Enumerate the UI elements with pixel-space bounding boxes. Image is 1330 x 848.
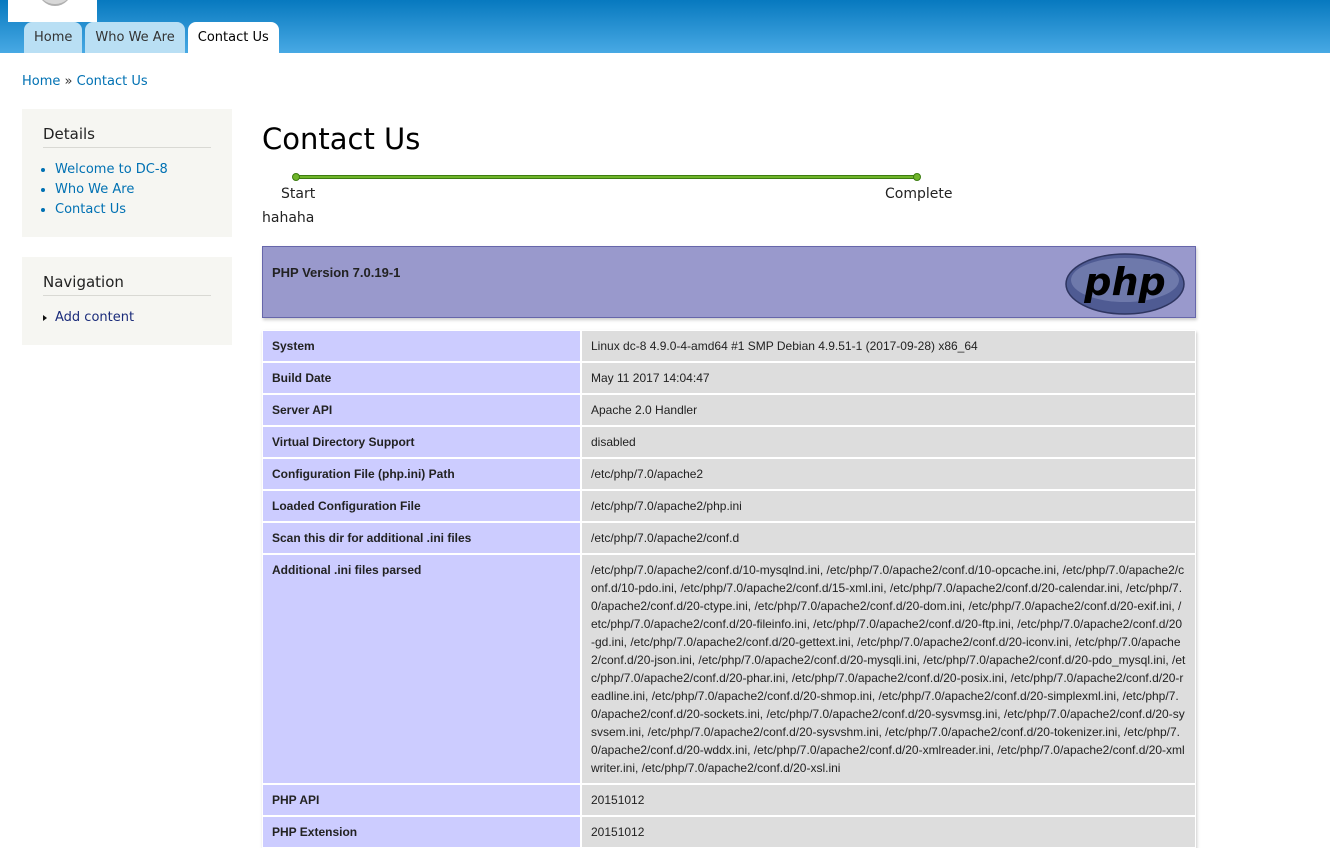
table-row: Configuration File (php.ini) Path/etc/ph… [262,458,1196,490]
info-key: PHP Extension [262,816,581,848]
info-value: /etc/php/7.0/apache2 [581,458,1196,490]
table-row: Additional .ini files parsed/etc/php/7.0… [262,554,1196,784]
page-title: Contact Us [262,122,421,156]
table-row: System Linux dc-8 4.9.0-4-amd64 #1 SMP De… [262,330,1196,362]
info-value: /etc/php/7.0/apache2/php.ini [581,490,1196,522]
details-block-title: Details [43,125,211,148]
list-item: Contact Us [55,200,211,220]
info-value: /etc/php/7.0/apache2/conf.d/10-mysqlnd.i… [581,554,1196,784]
php-version-title: PHP Version 7.0.19-1 [272,265,401,280]
sidebar-navigation-block: Navigation Add content [22,257,232,345]
table-row: Scan this dir for additional .ini files /… [262,522,1196,554]
info-value: /etc/php/7.0/apache2/conf.d [581,522,1196,554]
list-item: Welcome to DC-8 [55,160,211,180]
phpinfo-panel: PHP Version 7.0.19-1 php System Linux dc-… [262,246,1196,848]
progress-fill [295,175,918,179]
table-row: Virtual Directory Support disabled [262,426,1196,458]
breadcrumb: Home » Contact Us [22,74,148,89]
sidebar-item-who-we-are[interactable]: Who We Are [55,182,134,197]
info-key: Scan this dir for additional .ini files [262,522,581,554]
drupal-drop-icon [38,0,72,6]
site-header: Home Who We Are Contact Us [0,0,1330,53]
info-key: Loaded Configuration File [262,490,581,522]
info-value: 20151012 [581,784,1196,816]
info-value: disabled [581,426,1196,458]
sidebar-details-block: Details Welcome to DC-8 Who We Are Conta… [22,109,232,237]
list-item: Who We Are [55,180,211,200]
breadcrumb-separator: » [64,74,73,89]
tab-home[interactable]: Home [24,22,83,53]
phpinfo-header: PHP Version 7.0.19-1 php [262,246,1196,318]
body-text: hahaha [262,210,315,226]
info-key: Virtual Directory Support [262,426,581,458]
phpinfo-table: System Linux dc-8 4.9.0-4-amd64 #1 SMP De… [262,330,1196,848]
info-value: 20151012 [581,816,1196,848]
tab-contact-us[interactable]: Contact Us [187,22,279,53]
progress-start-dot [292,173,300,181]
sidebar-item-add-content[interactable]: Add content [55,310,134,325]
progress-end-label: Complete [885,186,953,202]
table-row: PHP Extension 20151012 [262,816,1196,848]
info-value: Apache 2.0 Handler [581,394,1196,426]
table-row: PHP API 20151012 [262,784,1196,816]
info-value: May 11 2017 14:04:47 [581,362,1196,394]
progress-bar [292,173,921,181]
info-key: Build Date [262,362,581,394]
info-key: Server API [262,394,581,426]
progress-start-label: Start [281,186,316,202]
php-logo-text: php [1083,260,1165,304]
info-key: Configuration File (php.ini) Path [262,458,581,490]
site-logo[interactable] [8,0,97,22]
sidebar-item-welcome[interactable]: Welcome to DC-8 [55,162,168,177]
details-list: Welcome to DC-8 Who We Are Contact Us [43,160,211,220]
list-item: Add content [43,308,211,328]
table-row: Server API Apache 2.0 Handler [262,394,1196,426]
table-row: Loaded Configuration File/etc/php/7.0/ap… [262,490,1196,522]
primary-tabs: Home Who We Are Contact Us [24,22,279,53]
info-key: System [262,330,581,362]
navigation-list: Add content [43,308,211,328]
breadcrumb-current-link[interactable]: Contact Us [77,74,148,89]
php-logo-icon[interactable]: php [1065,253,1185,315]
breadcrumb-home-link[interactable]: Home [22,74,60,89]
info-value: Linux dc-8 4.9.0-4-amd64 #1 SMP Debian 4… [581,330,1196,362]
sidebar-item-contact-us[interactable]: Contact Us [55,202,126,217]
progress-end-dot [913,173,921,181]
tab-who-we-are[interactable]: Who We Are [85,22,185,53]
info-key: PHP API [262,784,581,816]
navigation-block-title: Navigation [43,273,211,296]
table-row: Build Date May 11 2017 14:04:47 [262,362,1196,394]
info-key: Additional .ini files parsed [262,554,581,784]
